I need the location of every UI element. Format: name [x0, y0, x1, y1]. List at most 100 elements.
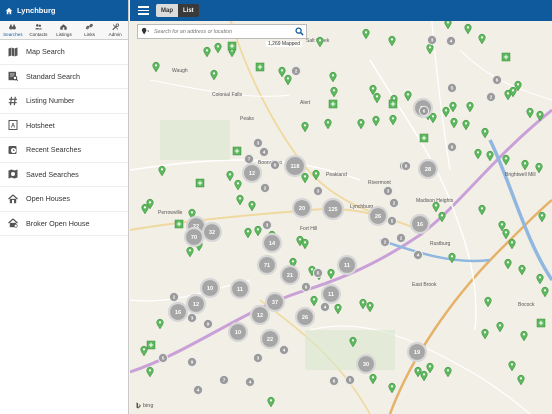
listing-pin-icon[interactable] [316, 36, 324, 48]
listing-cluster[interactable]: 8 [400, 160, 412, 172]
listing-cluster[interactable]: 4 [412, 249, 424, 261]
listing-cluster[interactable]: 11 [229, 278, 251, 300]
listing-pin-icon[interactable] [442, 106, 450, 118]
address-search-input[interactable] [152, 25, 292, 38]
listing-pin-icon[interactable] [214, 42, 222, 54]
listing-pin-icon[interactable] [357, 118, 365, 130]
listing-cluster[interactable]: 4 [278, 344, 290, 356]
listing-pin-icon[interactable] [388, 35, 396, 47]
search-button[interactable] [292, 25, 306, 38]
listing-pin-icon[interactable] [152, 61, 160, 73]
open-house-marker-icon[interactable] [227, 41, 237, 51]
listing-cluster[interactable]: 5 [386, 215, 398, 227]
listing-pin-icon[interactable] [464, 23, 472, 35]
listing-pin-icon[interactable] [478, 204, 486, 216]
listing-cluster[interactable]: 4 [192, 384, 204, 396]
listing-pin-icon[interactable] [538, 211, 546, 223]
listing-pin-icon[interactable] [158, 165, 166, 177]
topnav-listings[interactable]: Listings [51, 21, 77, 39]
listing-pin-icon[interactable] [448, 252, 456, 264]
listing-cluster[interactable]: 19 [406, 341, 428, 363]
listing-pin-icon[interactable] [334, 303, 342, 315]
listing-pin-icon[interactable] [248, 200, 256, 212]
listing-cluster[interactable]: 12 [241, 162, 263, 184]
listing-pin-icon[interactable] [450, 117, 458, 129]
listing-pin-icon[interactable] [502, 228, 510, 240]
listing-cluster[interactable]: 70 [183, 226, 205, 248]
listing-cluster[interactable]: 12 [249, 304, 271, 326]
listing-cluster[interactable]: 3 [252, 352, 264, 364]
listing-pin-icon[interactable] [426, 43, 434, 55]
listing-cluster[interactable]: 6 [300, 281, 312, 293]
open-house-marker-icon[interactable] [255, 62, 265, 72]
listing-cluster[interactable]: 14 [261, 232, 283, 254]
menu-item-standard-search[interactable]: Standard Search [0, 65, 128, 89]
listing-cluster[interactable]: 125 [321, 197, 345, 221]
listing-pin-icon[interactable] [141, 203, 149, 215]
list-view-toggle[interactable]: List [178, 4, 199, 17]
listing-pin-icon[interactable] [496, 321, 504, 333]
listing-cluster[interactable]: 22 [259, 328, 281, 350]
open-house-marker-icon[interactable] [388, 99, 398, 109]
open-house-marker-icon[interactable] [419, 133, 429, 143]
listing-pin-icon[interactable] [324, 118, 332, 130]
listing-pin-icon[interactable] [254, 225, 262, 237]
listing-cluster[interactable]: 9 [202, 318, 214, 330]
listing-cluster[interactable]: 4 [445, 35, 457, 47]
listing-pin-icon[interactable] [389, 114, 397, 126]
listing-cluster[interactable]: 37 [264, 291, 286, 313]
listing-pin-icon[interactable] [502, 154, 510, 166]
listing-cluster[interactable]: 16 [409, 213, 431, 235]
open-house-marker-icon[interactable] [232, 146, 242, 156]
listing-pin-icon[interactable] [140, 345, 148, 357]
open-house-marker-icon[interactable] [146, 340, 156, 350]
listing-pin-icon[interactable] [301, 121, 309, 133]
listing-pin-icon[interactable] [481, 127, 489, 139]
menu-item-broker-open-house[interactable]: Broker Open House [0, 212, 128, 236]
listing-pin-icon[interactable] [372, 115, 380, 127]
listing-pin-icon[interactable] [474, 148, 482, 160]
menu-item-map-search[interactable]: Map Search [0, 40, 128, 65]
listing-cluster[interactable]: 30 [355, 353, 377, 375]
listing-cluster[interactable]: 16 [167, 301, 189, 323]
listing-cluster[interactable]: 5 [157, 352, 169, 364]
listing-cluster[interactable]: 2 [485, 91, 497, 103]
listing-pin-icon[interactable] [373, 92, 381, 104]
listing-pin-icon[interactable] [327, 268, 335, 280]
brand-bar[interactable]: Lynchburg [0, 0, 128, 21]
map-canvas[interactable]: Salt CreekWaughColonial FallsAlertBoonsb… [130, 0, 552, 414]
listing-pin-icon[interactable] [310, 295, 318, 307]
listing-pin-icon[interactable] [504, 258, 512, 270]
listing-pin-icon[interactable] [536, 273, 544, 285]
menu-item-saved-searches[interactable]: Saved Searches [0, 163, 128, 187]
listing-pin-icon[interactable] [210, 69, 218, 81]
listing-cluster[interactable]: 2 [290, 65, 302, 77]
listing-pin-icon[interactable] [517, 374, 525, 386]
listing-pin-icon[interactable] [521, 159, 529, 171]
listing-pin-icon[interactable] [478, 33, 486, 45]
listing-cluster[interactable]: 11 [336, 254, 358, 276]
open-house-marker-icon[interactable] [195, 178, 205, 188]
listing-cluster[interactable]: 6 [491, 74, 503, 86]
open-house-marker-icon[interactable] [501, 52, 511, 62]
listing-cluster[interactable]: 2 [168, 291, 180, 303]
listing-pin-icon[interactable] [146, 366, 154, 378]
menu-item-hotsheet[interactable]: A Hotsheet [0, 114, 128, 138]
listing-cluster[interactable]: 5 [446, 82, 458, 94]
listing-cluster[interactable]: 28 [417, 158, 439, 180]
listing-cluster[interactable]: 4 [244, 376, 256, 388]
listing-pin-icon[interactable] [359, 298, 367, 310]
listing-pin-icon[interactable] [226, 170, 234, 182]
listing-cluster[interactable]: 6 [418, 105, 430, 117]
listing-cluster[interactable]: 3 [186, 312, 198, 324]
listing-pin-icon[interactable] [414, 366, 422, 378]
listing-pin-icon[interactable] [462, 119, 470, 131]
hamburger-menu-icon[interactable] [132, 0, 154, 21]
listing-pin-icon[interactable] [466, 101, 474, 113]
listing-pin-icon[interactable] [518, 264, 526, 276]
menu-item-recent-searches[interactable]: Recent Searches [0, 138, 128, 163]
listing-cluster[interactable]: 20 [291, 197, 313, 219]
listing-pin-icon[interactable] [301, 238, 309, 250]
listing-pin-icon[interactable] [301, 172, 309, 184]
listing-pin-icon[interactable] [426, 362, 434, 374]
